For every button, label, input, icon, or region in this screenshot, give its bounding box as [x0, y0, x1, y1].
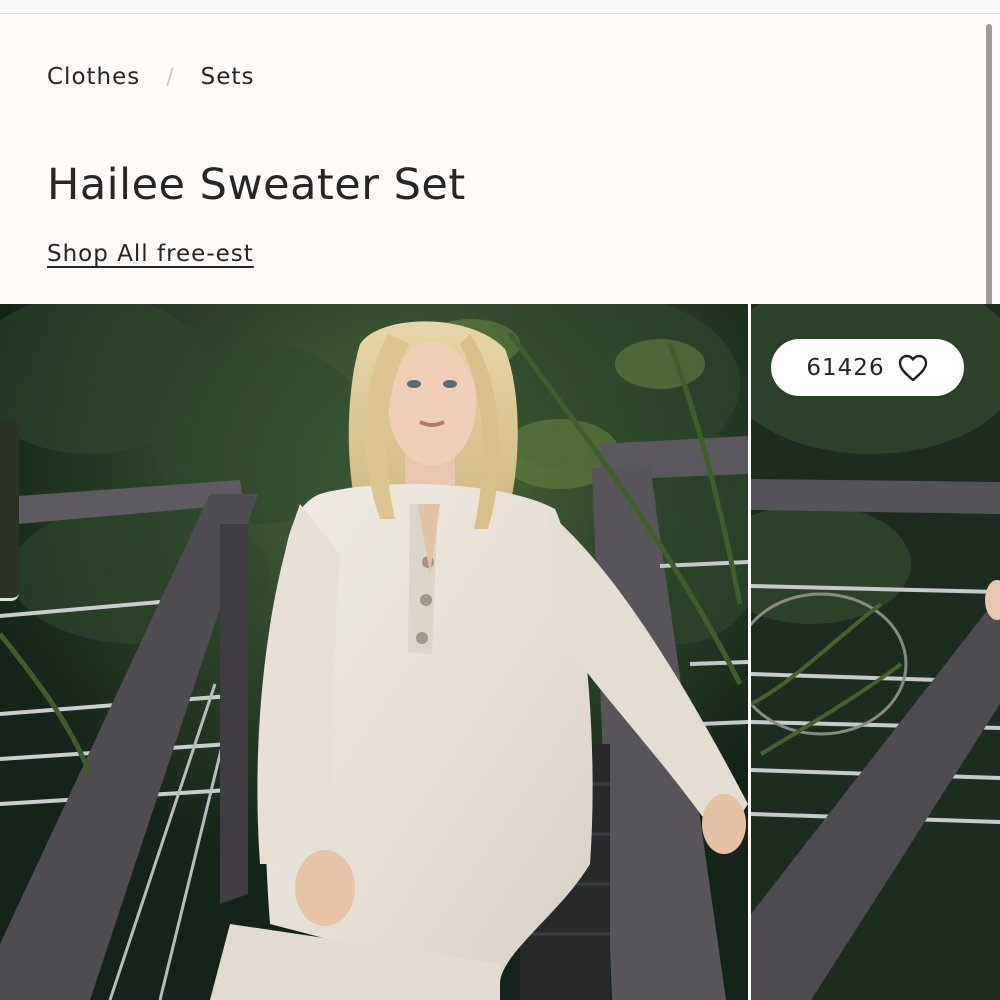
shop-all-link[interactable]: Shop All free-est [47, 241, 254, 267]
product-image-next[interactable] [751, 304, 1000, 1000]
product-photo [0, 304, 748, 1000]
product-title: Hailee Sweater Set [47, 160, 466, 210]
favorite-button[interactable]: 61426 [771, 339, 964, 396]
product-image-gallery[interactable] [0, 304, 1000, 1000]
breadcrumb-item-clothes[interactable]: Clothes [47, 64, 140, 90]
page-scrollbar[interactable] [986, 24, 992, 314]
heart-outline-icon [897, 353, 929, 383]
side-panel-tab[interactable] [0, 418, 19, 601]
favorite-count: 61426 [806, 354, 885, 381]
header-divider [0, 0, 1000, 14]
product-photo-next [751, 304, 1000, 1000]
breadcrumb-item-sets[interactable]: Sets [201, 64, 255, 90]
product-page: Clothes / Sets Hailee Sweater Set Shop A… [0, 0, 1000, 1000]
breadcrumb-separator: / [166, 64, 175, 90]
product-image-main[interactable] [0, 304, 748, 1000]
breadcrumb: Clothes / Sets [47, 64, 254, 90]
